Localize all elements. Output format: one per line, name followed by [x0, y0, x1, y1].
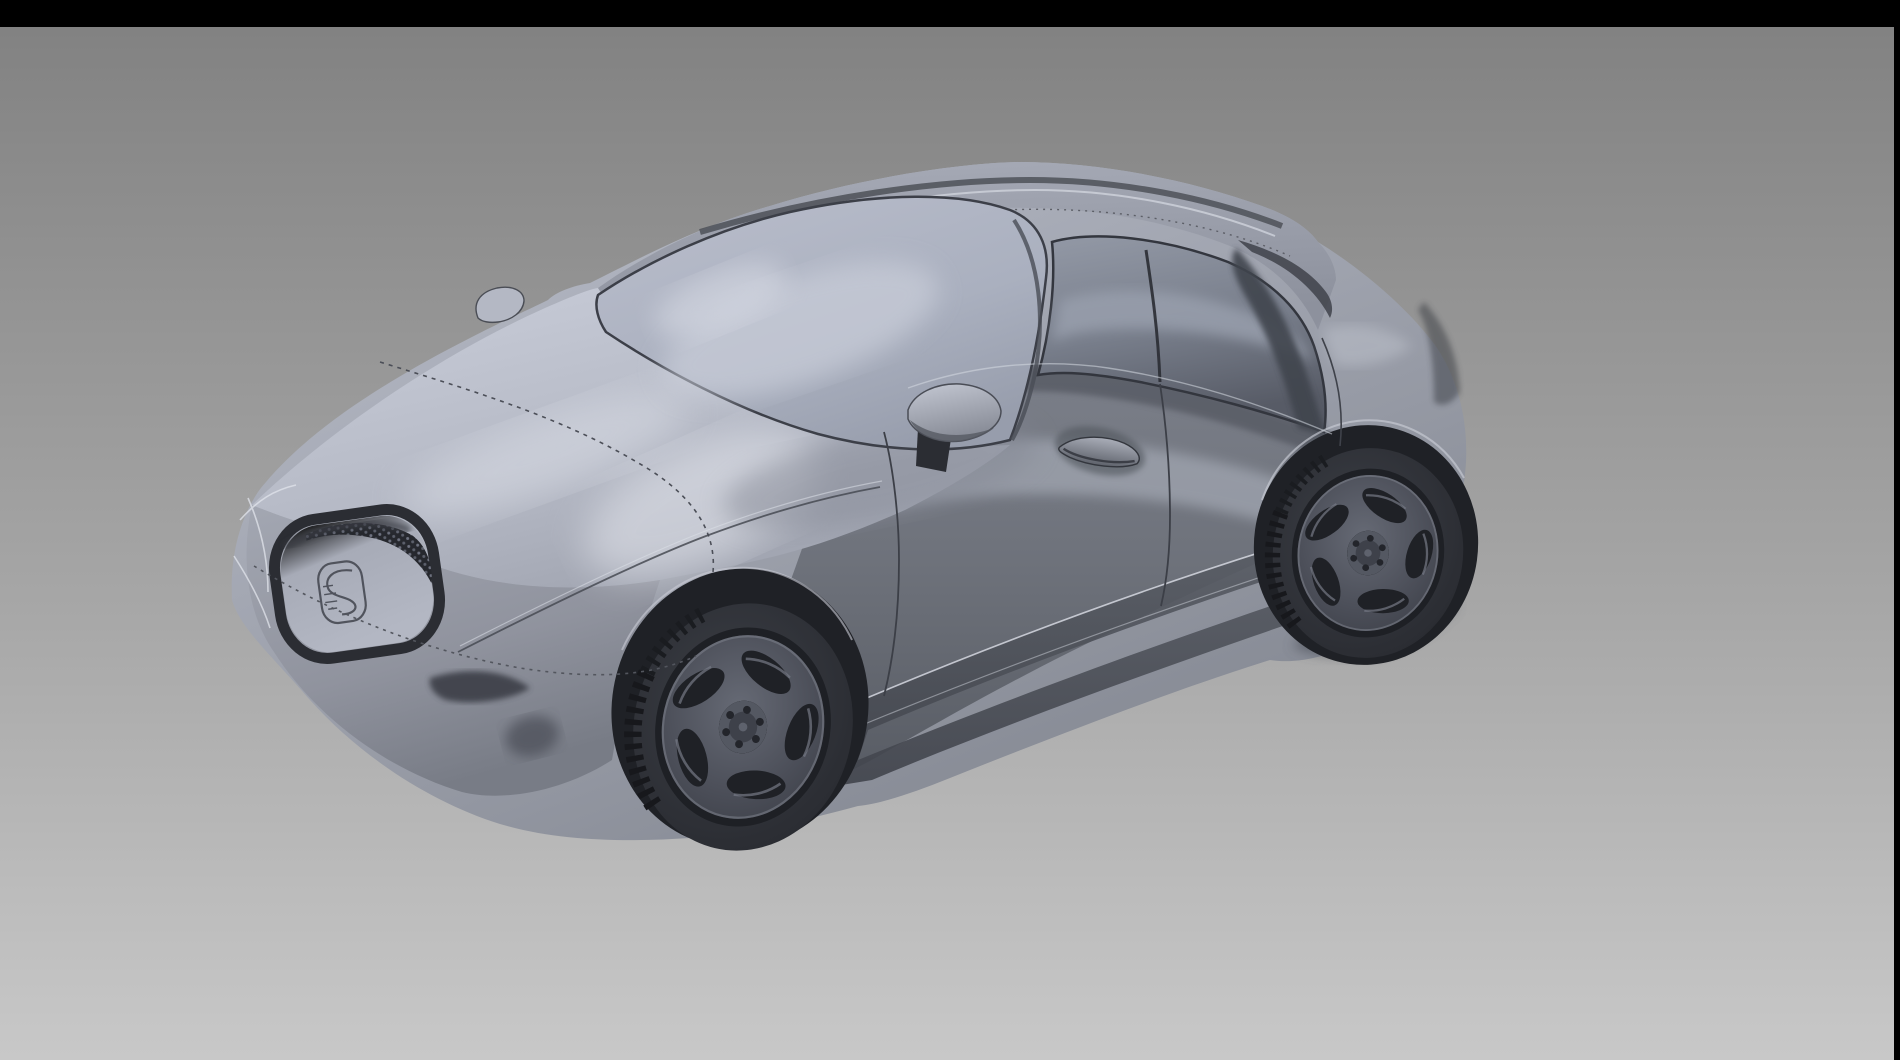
frame-top-bar: [0, 0, 1900, 27]
cad-viewer-window: [0, 0, 1900, 1060]
frame-right-bar: [1894, 0, 1900, 1060]
3d-viewport-canvas[interactable]: [0, 0, 1900, 1060]
front-grille: [268, 504, 446, 665]
